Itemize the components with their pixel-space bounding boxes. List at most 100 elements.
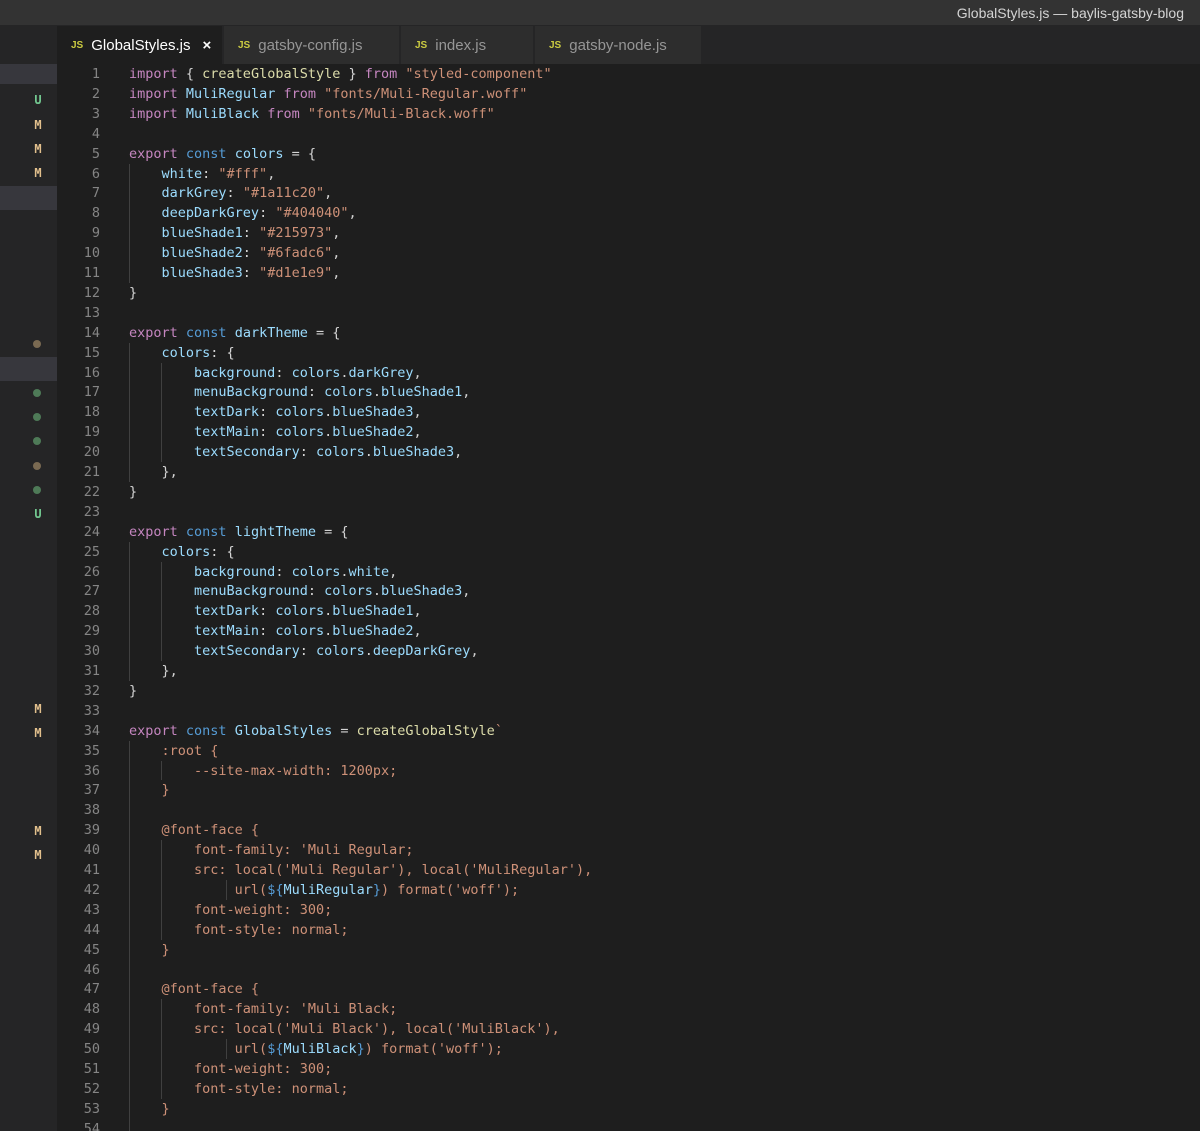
- code-token: ,: [470, 643, 479, 660]
- code-token: ,: [454, 444, 463, 461]
- code-line[interactable]: 12}: [57, 283, 1200, 303]
- code-line[interactable]: 16 background: colors.darkGrey,: [57, 363, 1200, 383]
- code-token: colors: [291, 563, 341, 580]
- code-token: MuliRegular: [185, 85, 276, 102]
- code-line[interactable]: 54: [57, 1119, 1200, 1131]
- code-line[interactable]: 22}: [57, 482, 1200, 502]
- code-line[interactable]: 7 darkGrey: "#1a11c20",: [57, 183, 1200, 203]
- line-number: 16: [83, 364, 100, 381]
- code-token: font-style: normal;: [194, 921, 349, 938]
- indent-guide: [129, 740, 130, 1131]
- code-line[interactable]: 44 font-style: normal;: [57, 920, 1200, 940]
- code-line[interactable]: 31 },: [57, 661, 1200, 681]
- code-line[interactable]: 24 export const lightTheme = {: [57, 522, 1200, 542]
- code-line[interactable]: 40 font-family: 'Muli Regular;: [57, 840, 1200, 860]
- code-line[interactable]: 11 blueShade3: "#d1e1e9",: [57, 263, 1200, 283]
- code-token: "#d1e1e9": [259, 265, 333, 281]
- code-line[interactable]: 27 menuBackground: colors.blueShade3,: [57, 581, 1200, 601]
- code-line[interactable]: 2 import MuliRegular from "fonts/Muli-Reg…: [57, 84, 1200, 104]
- code-line[interactable]: 50 url(${MuliBlack}) format('woff');: [57, 1039, 1200, 1059]
- code-line[interactable]: 34 export const GlobalStyles = createGlob…: [57, 721, 1200, 741]
- code-line[interactable]: 10 blueShade2: "#6fadc6",: [57, 243, 1200, 263]
- code-line[interactable]: 49 src: local('Muli Black'), local('Muli…: [57, 1019, 1200, 1039]
- code-token: MuliBlack: [283, 1041, 357, 1058]
- code-line[interactable]: 48 font-family: 'Muli Black;: [57, 999, 1200, 1019]
- line-number: 25: [83, 543, 100, 560]
- code-line[interactable]: 26 background: colors.white,: [57, 562, 1200, 582]
- line-number: 35: [83, 742, 100, 759]
- code-token: ,: [348, 205, 357, 222]
- code-token: ,: [332, 225, 341, 242]
- code-token: const: [185, 324, 227, 341]
- code-line[interactable]: 29 textMain: colors.blueShade2,: [57, 621, 1200, 641]
- code-line[interactable]: 8 deepDarkGrey: "#404040",: [57, 203, 1200, 223]
- code-line[interactable]: 46: [57, 960, 1200, 980]
- code-line[interactable]: 21 },: [57, 462, 1200, 482]
- code-line[interactable]: 35 :root {: [57, 741, 1200, 761]
- code-line[interactable]: 14 export const darkTheme = {: [57, 323, 1200, 343]
- code-token: }: [129, 483, 138, 500]
- code-token: font-family: 'Muli Regular;: [194, 842, 414, 859]
- close-icon[interactable]: ×: [202, 37, 211, 54]
- code-line[interactable]: 32}: [57, 681, 1200, 701]
- code-line[interactable]: 45 }: [57, 940, 1200, 960]
- code-line[interactable]: 37 }: [57, 780, 1200, 800]
- code-line[interactable]: 6 white: "#fff",: [57, 164, 1200, 184]
- code-text: --site-max-width: 1200px;: [129, 761, 397, 781]
- indent-guide: [161, 561, 163, 661]
- code-line[interactable]: 19 textMain: colors.blueShade2,: [57, 422, 1200, 442]
- code-text: textDark: colors.blueShade1,: [129, 601, 422, 621]
- tab-label: index.js: [435, 36, 487, 54]
- code-line[interactable]: 25 colors: {: [57, 542, 1200, 562]
- code-line[interactable]: 23: [57, 502, 1200, 522]
- code-line[interactable]: 13: [57, 303, 1200, 323]
- code-line[interactable]: 9 blueShade1: "#215973",: [57, 223, 1200, 243]
- code-token: colors: [275, 424, 325, 441]
- line-number: 37: [83, 782, 100, 799]
- line-number: 3: [91, 105, 100, 122]
- code-token: = {: [315, 523, 349, 540]
- code-line[interactable]: 41 src: local('Muli Regular'), local('Mu…: [57, 860, 1200, 880]
- code-line[interactable]: 33: [57, 701, 1200, 721]
- code-text: textSecondary: colors.blueShade3,: [129, 442, 462, 462]
- code-line[interactable]: 38: [57, 800, 1200, 820]
- tab-index[interactable]: JS index.js: [401, 26, 534, 64]
- code-token: = {: [283, 145, 316, 162]
- code-line[interactable]: 15 colors: {: [57, 343, 1200, 363]
- code-token: font-weight: 300;: [194, 901, 333, 918]
- line-number: 14: [83, 324, 100, 341]
- code-line[interactable]: 20 textSecondary: colors.blueShade3,: [57, 442, 1200, 462]
- indent-guide: [161, 760, 163, 781]
- code-line[interactable]: 42 url(${MuliRegular}) format('woff');: [57, 880, 1200, 900]
- code-text: }: [129, 482, 137, 502]
- code-line[interactable]: 39 @font-face {: [57, 820, 1200, 840]
- code-text: font-family: 'Muli Black;: [129, 999, 397, 1019]
- code-line[interactable]: 28 textDark: colors.blueShade1,: [57, 601, 1200, 621]
- code-line[interactable]: 53 }: [57, 1099, 1200, 1119]
- tab-globalstyles[interactable]: JS GlobalStyles.js ×: [57, 26, 223, 64]
- code-line[interactable]: 3 import MuliBlack from "fonts/Muli-Black…: [57, 104, 1200, 124]
- code-line[interactable]: 18 textDark: colors.blueShade3,: [57, 402, 1200, 422]
- code-token: =: [332, 722, 357, 739]
- code-line[interactable]: 1 import { createGlobalStyle } from "styl…: [57, 64, 1200, 84]
- code-line[interactable]: 5 export const colors = {: [57, 144, 1200, 164]
- tab-gatsby-config[interactable]: JS gatsby-config.js: [224, 26, 400, 64]
- code-line[interactable]: 17 menuBackground: colors.blueShade1,: [57, 382, 1200, 402]
- indent-guide: [161, 840, 163, 940]
- code-editor[interactable]: 1 import { createGlobalStyle } from "styl…: [57, 64, 1200, 1131]
- code-line[interactable]: 52 font-style: normal;: [57, 1079, 1200, 1099]
- code-line[interactable]: 36 --site-max-width: 1200px;: [57, 761, 1200, 781]
- code-line[interactable]: 4: [57, 124, 1200, 144]
- code-line[interactable]: 43 font-weight: 300;: [57, 900, 1200, 920]
- code-line[interactable]: 51 font-weight: 300;: [57, 1059, 1200, 1079]
- code-line[interactable]: 30 textSecondary: colors.deepDarkGrey,: [57, 641, 1200, 661]
- line-number: 29: [83, 623, 100, 640]
- code-text: background: colors.darkGrey,: [129, 363, 422, 383]
- tab-gatsby-node[interactable]: JS gatsby-node.js: [535, 26, 702, 64]
- line-number: 50: [83, 1041, 100, 1058]
- code-line[interactable]: 47 @font-face {: [57, 979, 1200, 999]
